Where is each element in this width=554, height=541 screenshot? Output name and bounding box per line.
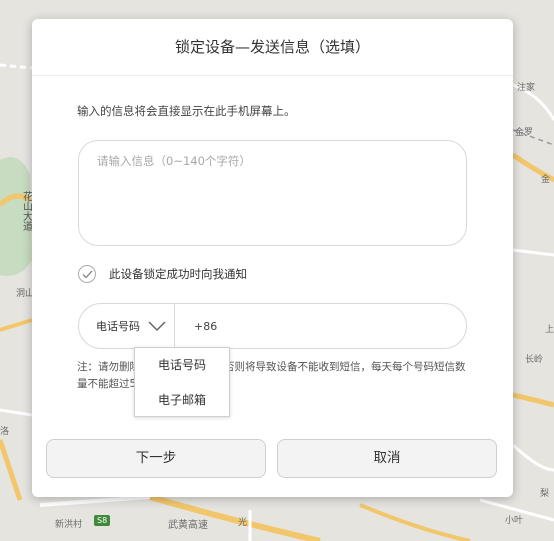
lock-device-dialog: 锁定设备—发送信息（选填） 输入的信息将会直接显示在此手机屏幕上。 此设备锁定成… (32, 19, 513, 497)
phone-field: 电话号码 (78, 303, 467, 349)
road-badge: S8 (94, 515, 111, 526)
dialog-title: 锁定设备—发送信息（选填） (32, 19, 513, 76)
check-icon[interactable] (78, 265, 96, 283)
chevron-down-icon[interactable] (148, 320, 166, 332)
map-label: 金罗 (515, 128, 534, 138)
map-label: 新洪村 (55, 520, 83, 530)
hint-text: 输入的信息将会直接显示在此手机屏幕上。 (77, 104, 296, 118)
contact-type-select[interactable]: 电话号码 (79, 304, 175, 348)
cancel-button[interactable]: 取消 (277, 439, 497, 478)
next-button[interactable]: 下一步 (46, 439, 266, 478)
map-label: 光 (238, 518, 248, 528)
message-box[interactable] (78, 140, 467, 246)
map-label: 注家 (517, 83, 536, 93)
phone-input[interactable] (194, 314, 454, 338)
map-label: 长岭 (525, 355, 544, 365)
map-label: 小叶 (505, 516, 524, 526)
map-label: 金 (541, 175, 551, 185)
message-input[interactable] (97, 153, 447, 233)
map-label: 洛 (0, 427, 10, 437)
notify-checkbox[interactable]: 此设备锁定成功时向我通知 (78, 264, 247, 284)
notify-label: 此设备锁定成功时向我通知 (109, 267, 247, 281)
map-label: 上 (545, 325, 554, 335)
map-label: 武黄高速 (168, 520, 208, 531)
contact-type-label: 电话号码 (96, 320, 140, 333)
map-label: 梨 (540, 489, 550, 499)
dropdown-option-email[interactable]: 电子邮箱 (135, 383, 229, 418)
contact-type-dropdown: 电话号码 电子邮箱 (134, 347, 230, 417)
dropdown-option-phone[interactable]: 电话号码 (135, 348, 229, 383)
